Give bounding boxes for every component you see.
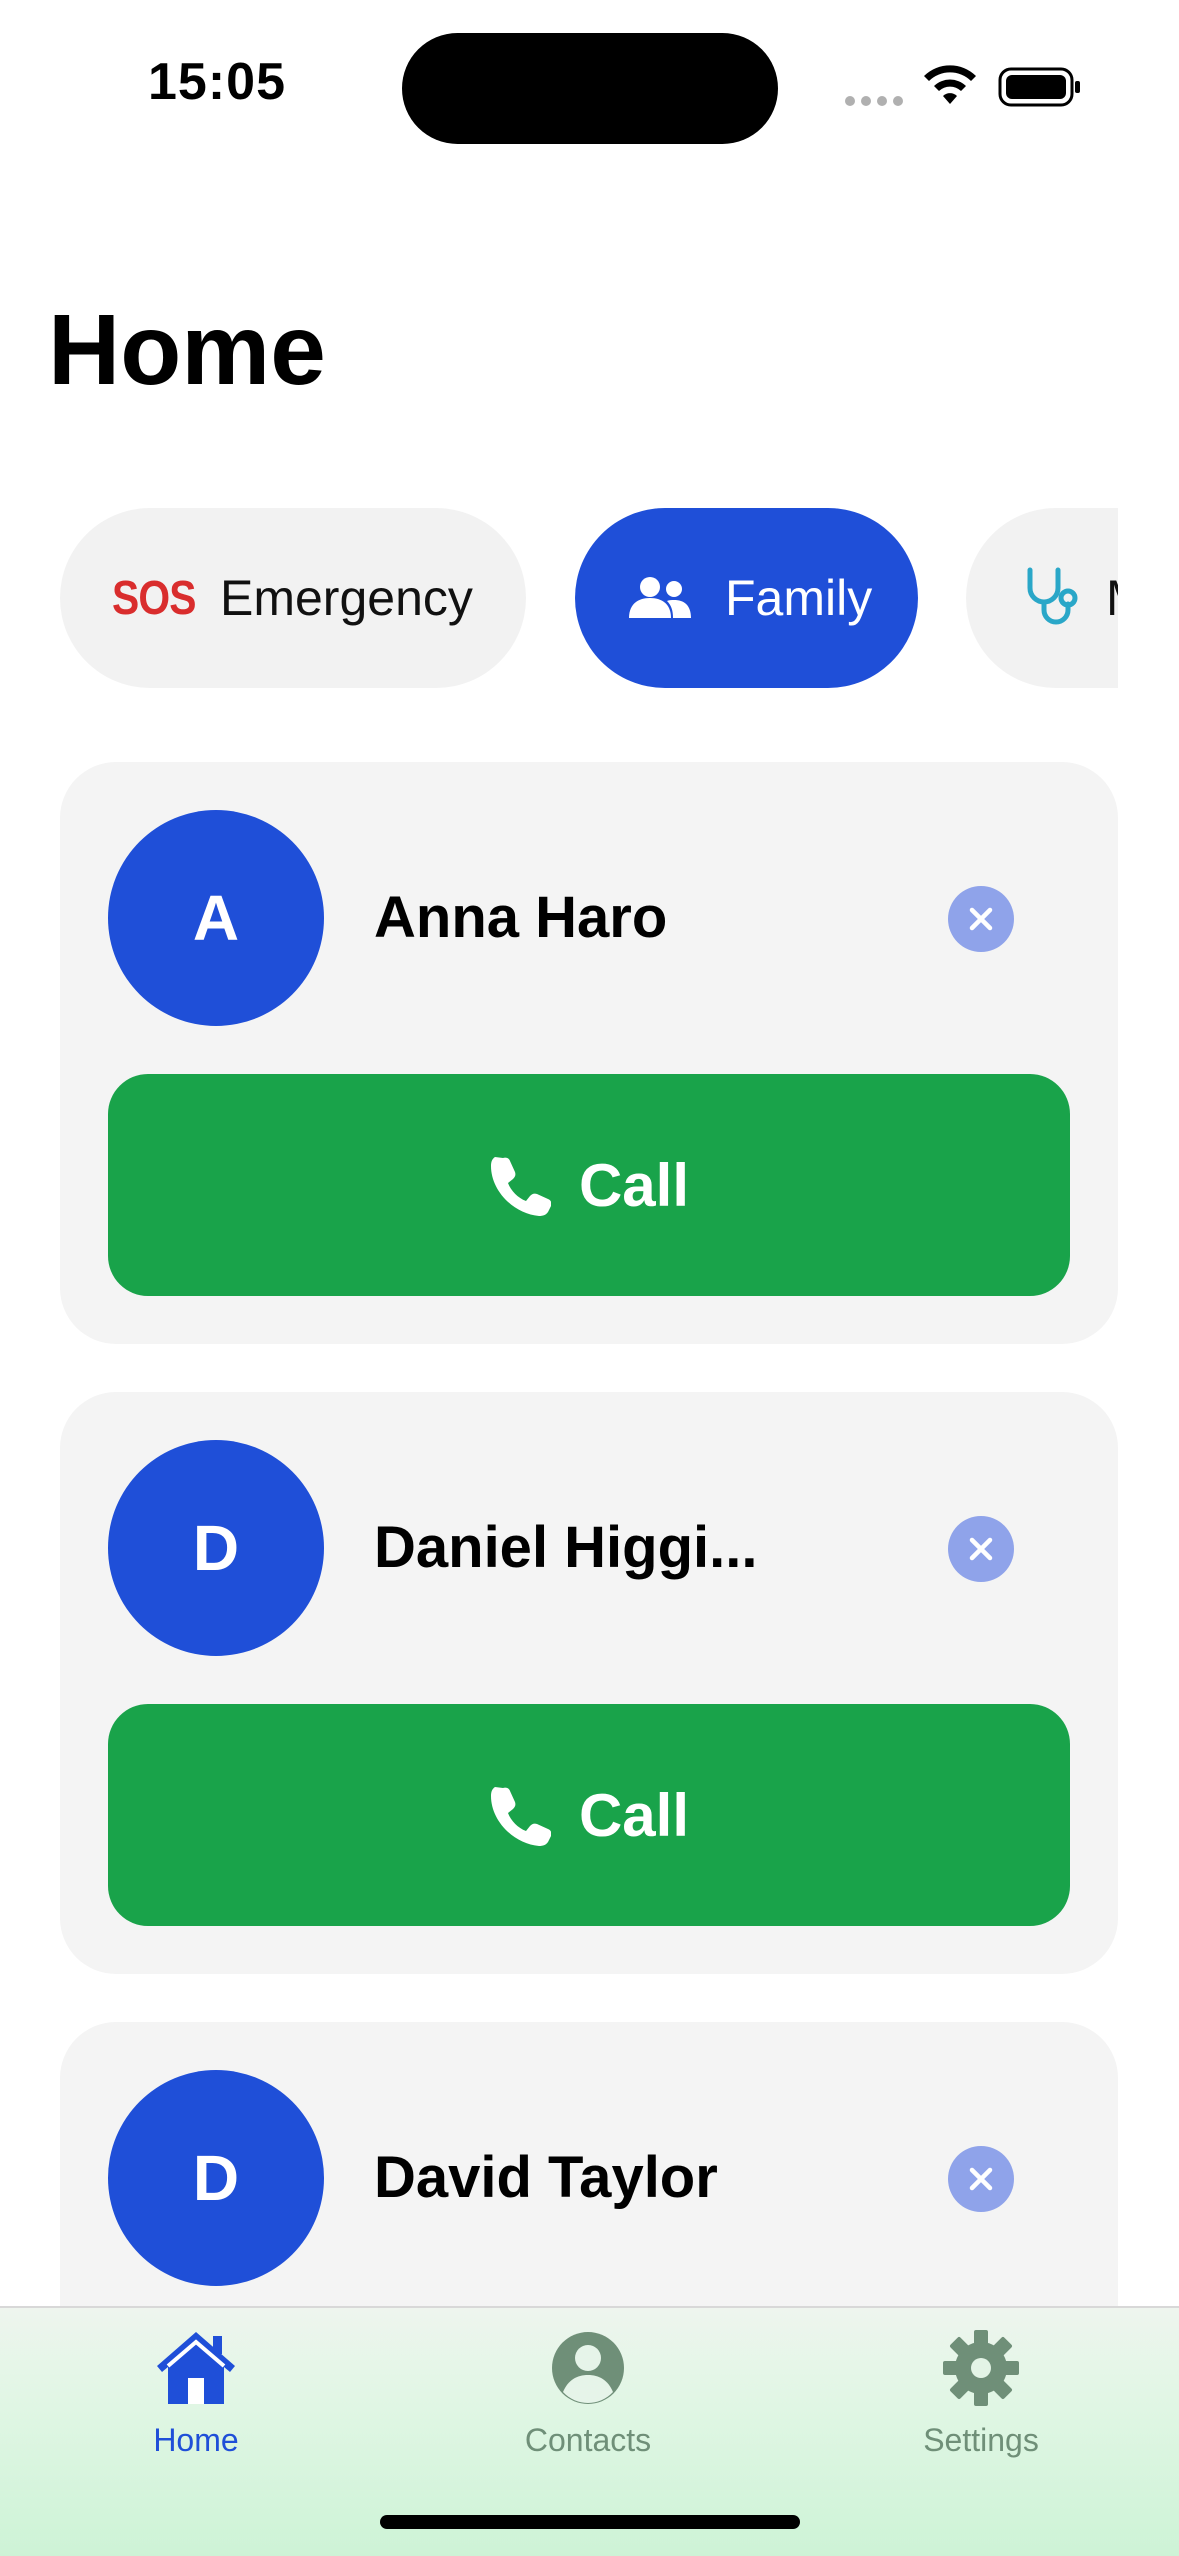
page-title: Home (48, 294, 326, 406)
contact-card: D Daniel Higgi... Call (60, 1392, 1118, 1974)
call-button-label: Call (578, 1781, 690, 1849)
phone-icon (490, 1157, 551, 1216)
close-icon (969, 2167, 993, 2191)
tab-home[interactable]: Home (86, 2328, 306, 2459)
avatar: A (108, 810, 324, 1026)
cellular-signal-icon (845, 96, 903, 106)
call-button[interactable]: Call (108, 1074, 1070, 1296)
sos-icon: SOS (112, 571, 196, 625)
remove-contact-button[interactable] (948, 886, 1014, 952)
tab-label: Settings (923, 2422, 1039, 2458)
category-chip-label: Emergency (220, 570, 473, 626)
tab-label: Home (153, 2422, 239, 2458)
home-screen: 15:05 Home SOS Emergency Family A Anna H… (0, 0, 1179, 2556)
stethoscope-icon (1027, 567, 1078, 625)
people-icon (629, 577, 691, 618)
call-button-label: Call (578, 1151, 690, 1219)
category-chip-label: M (1106, 569, 1118, 627)
house-icon (157, 2332, 235, 2404)
avatar: D (108, 1440, 324, 1656)
category-chip-medical[interactable]: M (966, 508, 1118, 688)
remove-contact-button[interactable] (948, 2146, 1014, 2212)
close-icon (969, 1537, 993, 1561)
tab-contacts[interactable]: Contacts (478, 2328, 698, 2459)
category-chip-label: Family (725, 570, 873, 626)
category-chip-family[interactable]: Family (575, 508, 918, 688)
call-button[interactable]: Call (108, 1704, 1070, 1926)
contact-name: Anna Haro (374, 885, 668, 950)
remove-contact-button[interactable] (948, 1516, 1014, 1582)
contact-name: David Taylor (374, 2145, 718, 2210)
avatar: D (108, 2070, 324, 2286)
status-time: 15:05 (148, 53, 286, 111)
category-filter-bar[interactable]: SOS Emergency Family M (0, 508, 1118, 690)
person-circle-icon (552, 2332, 624, 2404)
phone-icon (490, 1787, 551, 1846)
close-icon (969, 907, 993, 931)
gear-icon (943, 2330, 1019, 2406)
wifi-icon (924, 65, 976, 104)
category-chip-emergency[interactable]: SOS Emergency (60, 508, 526, 688)
tab-label: Contacts (524, 2422, 652, 2458)
tab-settings[interactable]: Settings (871, 2328, 1091, 2459)
contact-name: Daniel Higgi... (374, 1515, 758, 1580)
dynamic-island (402, 33, 778, 144)
battery-icon (998, 67, 1080, 107)
home-indicator (380, 2515, 800, 2529)
contact-card: A Anna Haro Call (60, 762, 1118, 1344)
